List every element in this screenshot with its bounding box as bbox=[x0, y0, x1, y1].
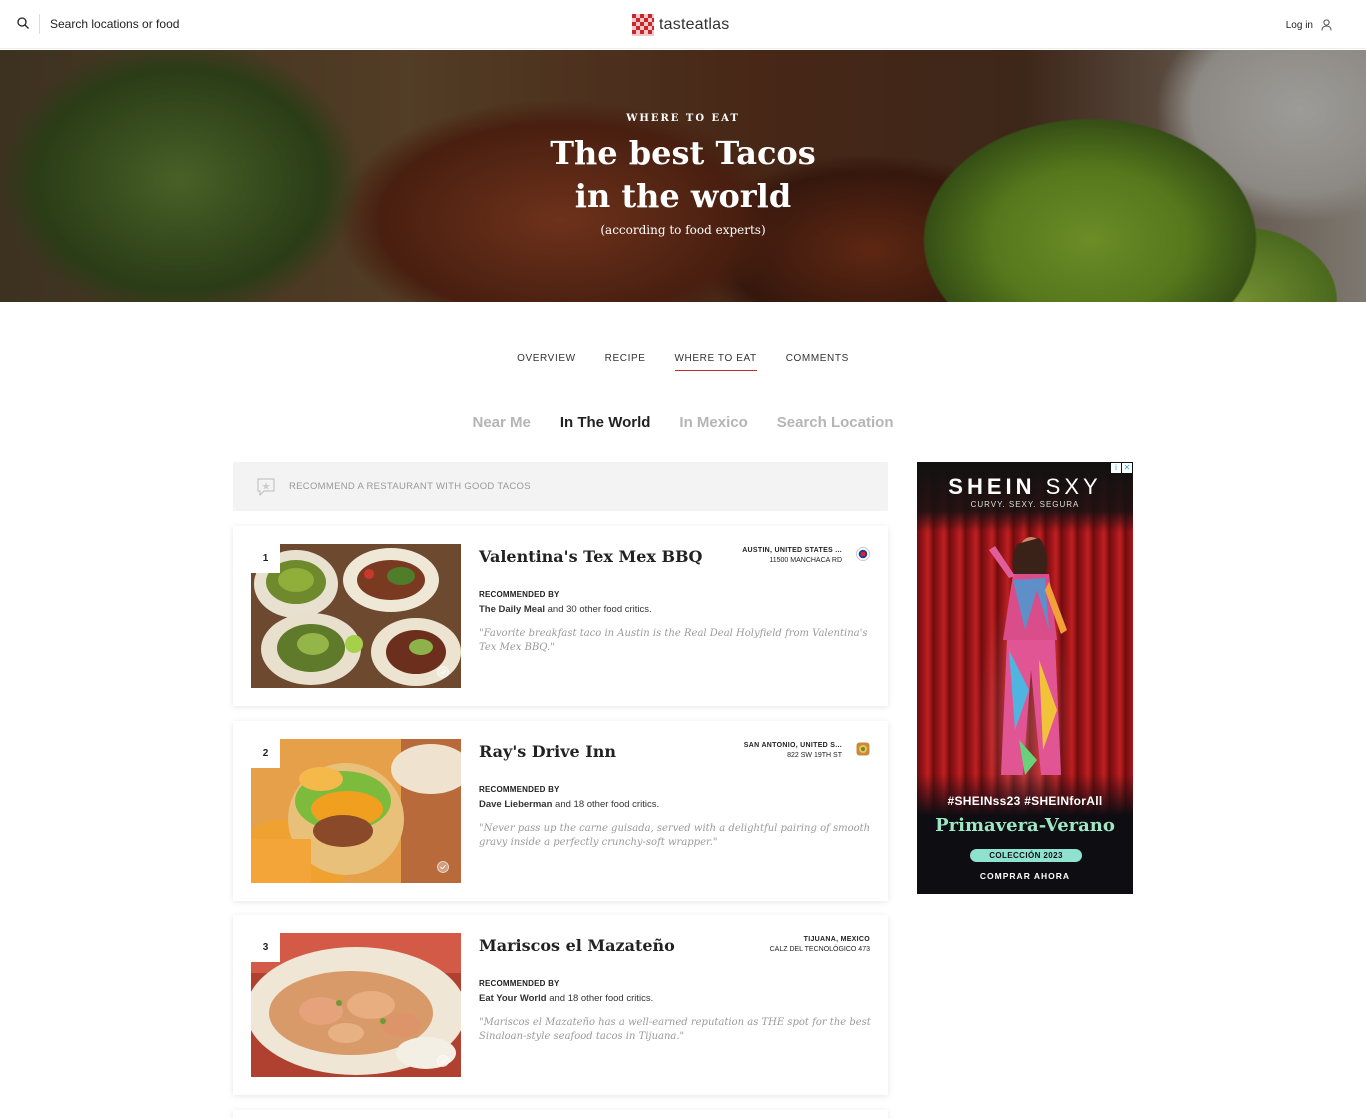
recommended-by-label: RECOMMENDED BY bbox=[479, 785, 560, 794]
ad-collection-badge: COLECCIÓN 2023 bbox=[970, 849, 1082, 862]
verified-check-icon bbox=[437, 1055, 449, 1067]
restaurant-city: SAN ANTONIO, UNITED S... bbox=[743, 742, 842, 749]
restaurant-name[interactable]: Mariscos el Mazateño bbox=[479, 936, 675, 955]
restaurant-card[interactable]: 1 Valentina's Tex Mex BBQ AUSTIN, UNITED… bbox=[233, 526, 888, 706]
rank-number: 1 bbox=[251, 544, 280, 573]
subtab-in-mexico[interactable]: In Mexico bbox=[679, 414, 747, 431]
hero-title-line2: in the world bbox=[574, 177, 792, 215]
tasteatlas-logo[interactable]: tasteatlas bbox=[632, 13, 729, 37]
restaurant-city: AUSTIN, UNITED STATES ... bbox=[742, 547, 842, 554]
rank-number: 3 bbox=[251, 933, 280, 962]
recommended-by: Dave Lieberman and 18 other food critics… bbox=[479, 799, 659, 810]
logo-text: tasteatlas bbox=[659, 16, 730, 33]
search-input[interactable]: Search locations or food bbox=[50, 17, 179, 31]
critic-quote: "Never pass up the carne guisada, served… bbox=[479, 823, 871, 848]
ad-close-icon[interactable]: ✕ bbox=[1122, 463, 1132, 473]
model-figure-illustration bbox=[989, 537, 1067, 775]
hero-title: The best Tacos in the world bbox=[0, 132, 1366, 218]
critic-name[interactable]: Dave Lieberman bbox=[479, 799, 552, 810]
subtab-near-me[interactable]: Near Me bbox=[473, 414, 531, 431]
recommended-by: Eat Your World and 18 other food critics… bbox=[479, 993, 653, 1004]
user-icon bbox=[1321, 19, 1332, 31]
restaurant-location: AUSTIN, UNITED STATES ... 11500 MANCHACA… bbox=[742, 546, 842, 566]
tab-comments[interactable]: COMMENTS bbox=[786, 353, 849, 371]
award-seal-icon[interactable] bbox=[856, 547, 870, 561]
verified-check-icon bbox=[437, 666, 449, 678]
restaurant-address: 822 SW 19TH ST bbox=[787, 752, 842, 759]
ad-brand-light: SXY bbox=[1045, 474, 1102, 499]
restaurant-photo[interactable] bbox=[251, 933, 461, 1077]
restaurant-card[interactable]: 2 Ray's Drive Inn SAN ANTONIO, UNITED S.… bbox=[233, 721, 888, 901]
hero-kicker: WHERE TO EAT bbox=[626, 113, 740, 124]
subtab-search-location[interactable]: Search Location bbox=[777, 414, 894, 431]
hero-subtitle: (according to food experts) bbox=[600, 223, 766, 237]
other-critics: and 18 other food critics. bbox=[555, 799, 660, 810]
header-divider bbox=[39, 14, 40, 34]
critic-quote: "Mariscos el Mazateño has a well-earned … bbox=[479, 1017, 871, 1042]
ad-tagline: CURVY. SEXY. SEGURA bbox=[970, 500, 1080, 509]
location-filter-tabs: Near Me In The World In Mexico Search Lo… bbox=[0, 414, 1366, 431]
restaurant-location: SAN ANTONIO, UNITED S... 822 SW 19TH ST bbox=[744, 741, 842, 761]
hero-content: WHERE TO EAT The best Tacos in the world… bbox=[0, 50, 1366, 302]
ad-shop-now-button[interactable]: COMPRAR AHORA bbox=[917, 871, 1133, 881]
recommended-by-label: RECOMMENDED BY bbox=[479, 590, 560, 599]
recommended-by-label: RECOMMENDED BY bbox=[479, 979, 560, 988]
critic-name[interactable]: Eat Your World bbox=[479, 993, 547, 1004]
recommend-label: RECOMMEND A RESTAURANT WITH GOOD TACOS bbox=[289, 481, 531, 492]
recommend-restaurant-button[interactable]: RECOMMEND A RESTAURANT WITH GOOD TACOS bbox=[233, 462, 888, 511]
restaurant-city: TIJUANA, MEXICO bbox=[803, 936, 870, 943]
rank-number: 2 bbox=[251, 739, 280, 768]
verified-check-icon bbox=[437, 861, 449, 873]
section-tabs: OVERVIEW RECIPE WHERE TO EAT COMMENTS bbox=[0, 353, 1366, 371]
tab-overview[interactable]: OVERVIEW bbox=[517, 353, 576, 371]
ad-brand: SHEIN SXY bbox=[917, 474, 1133, 500]
search-icon[interactable] bbox=[17, 17, 29, 29]
restaurant-card[interactable] bbox=[233, 1110, 888, 1118]
restaurant-photo[interactable] bbox=[251, 544, 461, 688]
restaurant-photo[interactable] bbox=[251, 739, 461, 883]
critic-name[interactable]: The Daily Meal bbox=[479, 604, 545, 615]
checkered-tablecloth-icon bbox=[632, 14, 654, 36]
food-badge-icon[interactable] bbox=[856, 742, 870, 756]
restaurant-card[interactable]: 3 Mariscos el Mazateño TIJUANA, MEXICO C… bbox=[233, 915, 888, 1095]
other-critics: and 18 other food critics. bbox=[549, 993, 654, 1004]
ad-choices[interactable]: i ✕ bbox=[1111, 463, 1132, 473]
ad-info-icon[interactable]: i bbox=[1111, 463, 1121, 473]
login-label: Log in bbox=[1285, 19, 1313, 31]
subtab-in-the-world[interactable]: In The World bbox=[560, 414, 651, 431]
restaurant-address: CALZ DEL TECNOLÓGICO 473 bbox=[769, 946, 870, 953]
chat-star-icon bbox=[257, 478, 275, 496]
restaurant-location: TIJUANA, MEXICO CALZ DEL TECNOLÓGICO 473 bbox=[770, 935, 870, 955]
tab-where-to-eat[interactable]: WHERE TO EAT bbox=[674, 353, 757, 371]
restaurant-name[interactable]: Valentina's Tex Mex BBQ bbox=[479, 547, 703, 566]
hero-banner: WHERE TO EAT The best Tacos in the world… bbox=[0, 50, 1366, 302]
puffy-taco-photo-illustration bbox=[251, 739, 461, 883]
ad-season-title: Primavera-Verano bbox=[935, 815, 1115, 836]
critic-quote: "Favorite breakfast taco in Austin is th… bbox=[479, 628, 868, 653]
ad-hashtags: #SHEINss23 #SHEINforAll bbox=[947, 794, 1103, 808]
advertisement-banner[interactable]: i ✕ SHEIN SXY CURVY. SEXY. SEGURA #SHEIN… bbox=[917, 462, 1133, 894]
hero-title-line1: The best Tacos bbox=[550, 134, 816, 172]
restaurant-address: 11500 MANCHACA RD bbox=[769, 557, 842, 564]
tacos-photo-illustration bbox=[251, 544, 461, 688]
ad-brand-bold: SHEIN bbox=[948, 474, 1036, 499]
shrimp-taco-photo-illustration bbox=[251, 933, 461, 1077]
tab-recipe[interactable]: RECIPE bbox=[605, 353, 646, 371]
login-link[interactable]: Log in bbox=[1286, 19, 1332, 31]
recommended-by: The Daily Meal and 30 other food critics… bbox=[479, 604, 652, 615]
restaurant-name[interactable]: Ray's Drive Inn bbox=[479, 742, 616, 761]
top-header: Search locations or food tasteatlas Log … bbox=[0, 0, 1366, 49]
other-critics: and 30 other food critics. bbox=[547, 604, 652, 615]
